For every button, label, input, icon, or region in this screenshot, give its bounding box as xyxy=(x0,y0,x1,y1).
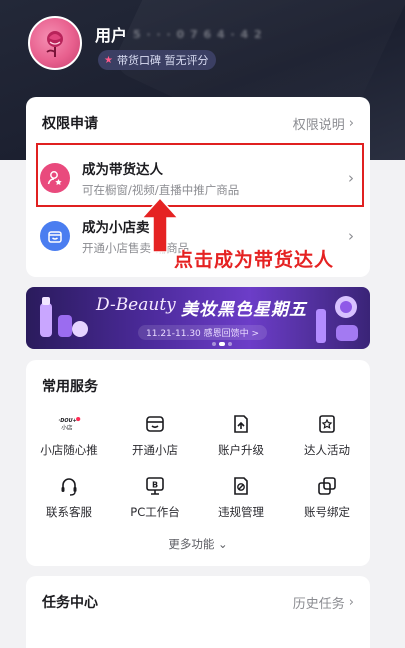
chevron-right-icon: › xyxy=(348,169,354,187)
services-grid: ·DOU+ 小店 小店随心推 开通小店 账户升级 达人活动 联系客服 B PC工… xyxy=(26,412,370,522)
dou-plus-icon: ·DOU+ 小店 xyxy=(57,412,81,436)
service-label: PC工作台 xyxy=(130,505,180,519)
carousel-dot xyxy=(228,342,232,346)
carousel-dot xyxy=(212,342,216,346)
upgrade-doc-icon xyxy=(229,412,253,436)
user-id: 5 · · · 0 7 6 4 · 4 2 xyxy=(133,27,263,41)
svg-text:小店: 小店 xyxy=(61,424,73,432)
user-star-icon xyxy=(40,163,70,193)
carousel-dots xyxy=(212,342,232,346)
svg-text:·DOU+: ·DOU+ xyxy=(58,418,76,424)
headset-icon xyxy=(57,474,81,498)
more-features-label: 更多功能 xyxy=(168,537,215,551)
service-pc-workbench[interactable]: B PC工作台 xyxy=(112,474,198,522)
service-account-binding[interactable]: 账号绑定 xyxy=(284,474,370,522)
become-influencer-title: 成为带货达人 xyxy=(82,162,163,178)
banner-subtitle: 11.21-11.30 感恩回馈中 > xyxy=(138,325,268,340)
service-influencer-events[interactable]: 达人活动 xyxy=(284,412,370,460)
link-accounts-icon xyxy=(315,474,339,498)
more-features-button[interactable]: 更多功能 ⌄ xyxy=(26,536,370,552)
permissions-explain-label: 权限说明 xyxy=(292,117,345,133)
banner-brand: D-Beauty xyxy=(96,295,176,315)
service-label: 开通小店 xyxy=(132,443,178,457)
avatar[interactable] xyxy=(28,16,82,70)
task-center-header: 任务中心 历史任务 › xyxy=(26,576,370,628)
permissions-explain-link[interactable]: 权限说明 › xyxy=(293,114,354,133)
star-badge-icon xyxy=(315,412,339,436)
lipstick-icon xyxy=(316,296,358,343)
service-label: 小店随心推 xyxy=(40,443,98,457)
become-shop-owner-title: 成为小店卖 xyxy=(82,220,150,236)
permissions-header: 权限申请 权限说明 › xyxy=(26,97,370,149)
username-label: 用户 xyxy=(95,26,128,45)
shop-icon xyxy=(40,221,70,251)
cosmetics-icon xyxy=(40,297,88,337)
violation-doc-icon xyxy=(229,474,253,498)
promo-banner[interactable]: D-Beauty 美妆黑色星期五 11.21-11.30 感恩回馈中 > xyxy=(26,287,370,349)
task-center-title: 任务中心 xyxy=(42,595,98,611)
reputation-badge[interactable]: ★ 带货口碑 暂无评分 xyxy=(98,50,217,70)
services-title: 常用服务 xyxy=(42,379,98,395)
history-tasks-link[interactable]: 历史任务 › xyxy=(293,593,354,612)
service-open-shop[interactable]: 开通小店 xyxy=(112,412,198,460)
service-dou-plus[interactable]: ·DOU+ 小店 小店随心推 xyxy=(26,412,112,460)
star-icon: ★ xyxy=(104,54,113,66)
instruction-annotation: 点击成为带货达人 xyxy=(174,249,335,271)
username: 用户 5 · · · 0 7 6 4 · 4 2 xyxy=(95,22,263,46)
svg-text:B: B xyxy=(152,481,158,490)
permissions-title: 权限申请 xyxy=(42,116,98,132)
chevron-down-icon: ⌄ xyxy=(218,537,228,551)
history-tasks-label: 历史任务 xyxy=(292,596,345,612)
services-header: 常用服务 xyxy=(26,360,370,412)
rose-icon xyxy=(46,31,63,57)
service-label: 联系客服 xyxy=(46,505,92,519)
become-influencer-subtitle: 可在橱窗/视频/直播中推广商品 xyxy=(82,183,240,197)
task-center-card: 任务中心 历史任务 › xyxy=(26,576,370,648)
chevron-right-icon: › xyxy=(348,115,354,131)
badge-text: 带货口碑 暂无评分 xyxy=(116,54,209,67)
become-influencer-row[interactable]: 成为带货达人 可在橱窗/视频/直播中推广商品 › xyxy=(26,149,370,207)
service-account-upgrade[interactable]: 账户升级 xyxy=(198,412,284,460)
service-violation-management[interactable]: 违规管理 xyxy=(198,474,284,522)
service-customer-support[interactable]: 联系客服 xyxy=(26,474,112,522)
service-label: 账户升级 xyxy=(218,443,264,457)
service-label: 账号绑定 xyxy=(304,505,350,519)
services-card: 常用服务 ·DOU+ 小店 小店随心推 开通小店 账户升级 达人活动 联系客服 … xyxy=(26,360,370,566)
service-label: 达人活动 xyxy=(304,443,350,457)
chevron-right-icon: › xyxy=(348,594,354,610)
banner-title: 美妆黑色星期五 xyxy=(181,300,307,320)
shop-icon xyxy=(143,412,167,436)
chevron-right-icon: › xyxy=(348,227,354,245)
carousel-dot-active xyxy=(219,342,225,346)
pc-workbench-icon: B xyxy=(143,474,167,498)
service-label: 违规管理 xyxy=(218,505,264,519)
